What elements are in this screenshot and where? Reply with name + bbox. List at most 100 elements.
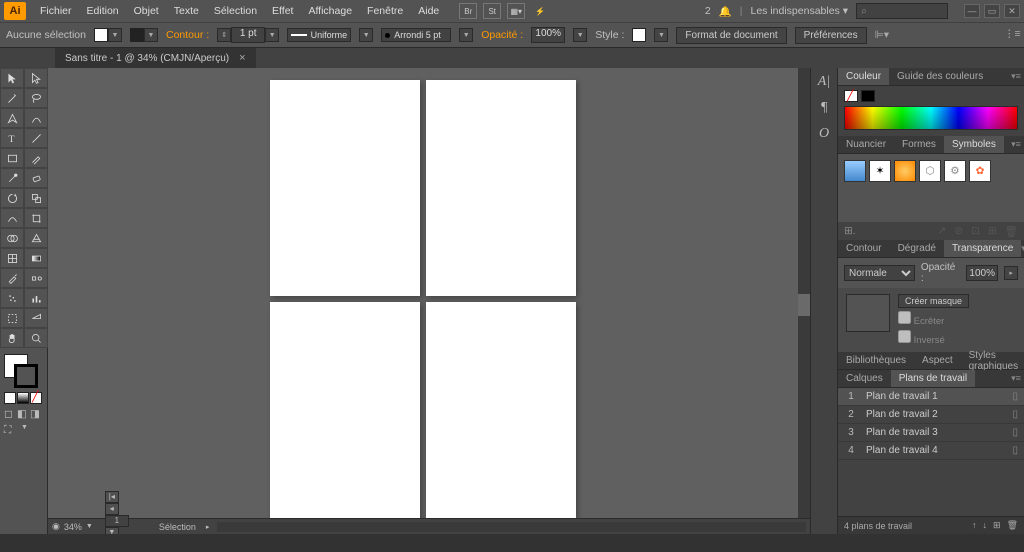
screen-mode-dropdown[interactable]: ▼ [21, 424, 29, 436]
opacity-field[interactable]: 100% [531, 27, 565, 43]
color-spectrum[interactable] [844, 106, 1018, 130]
color-mode[interactable] [4, 392, 16, 404]
menu-effect[interactable]: Effet [265, 3, 300, 19]
align-icon[interactable]: ⊫▾ [875, 29, 889, 41]
brush-dropdown[interactable]: ▼ [459, 28, 473, 42]
menu-object[interactable]: Objet [127, 3, 166, 19]
artboard-4[interactable] [426, 302, 576, 518]
menu-file[interactable]: Fichier [33, 3, 79, 19]
none-mode[interactable]: ╱ [30, 392, 42, 404]
tab-symbols[interactable]: Symboles [944, 136, 1004, 153]
shapebuilder-tool[interactable] [0, 228, 24, 248]
menu-help[interactable]: Aide [411, 3, 446, 19]
tab-stroke[interactable]: Contour [838, 240, 890, 257]
wand-tool[interactable] [0, 88, 24, 108]
tab-swatches[interactable]: Nuancier [838, 136, 894, 153]
panel-menu-icon[interactable]: ▾≡ [1008, 370, 1024, 387]
tab-appearance[interactable]: Aspect [914, 352, 961, 369]
prefs-button[interactable]: Préférences [795, 27, 867, 44]
artboard-3[interactable] [270, 302, 420, 518]
close-button[interactable]: ✕ [1004, 4, 1020, 18]
invert-checkbox[interactable]: Inversé [898, 330, 969, 346]
rotate-tool[interactable] [0, 188, 24, 208]
search-input[interactable]: ⌕ [856, 3, 948, 19]
blend-mode-select[interactable]: Normale [844, 265, 915, 281]
shaper-tool[interactable] [0, 168, 24, 188]
stroke-profile[interactable]: Uniforme [287, 28, 351, 42]
fill-swatch[interactable] [94, 28, 108, 42]
place-symbol-icon[interactable]: ↗ [937, 225, 946, 237]
tab-gradient[interactable]: Dégradé [890, 240, 944, 257]
stroke-weight-dropdown[interactable]: ▼ [265, 28, 279, 42]
first-artboard-btn[interactable]: |◂ [105, 491, 119, 503]
artboard-dropdown[interactable]: ▼ [105, 527, 119, 535]
trash-icon[interactable]: 🗑 [1005, 225, 1018, 238]
artboard-tool[interactable] [0, 308, 24, 328]
tab-color-guide[interactable]: Guide des couleurs [889, 68, 991, 85]
artboard-row-4[interactable]: 4 Plan de travail 4 ▯ [838, 442, 1024, 460]
brush-tool[interactable] [24, 148, 48, 168]
direct-select-tool[interactable] [24, 68, 48, 88]
zoom-tool[interactable] [24, 328, 48, 348]
layout-btn-1[interactable]: Br [459, 3, 477, 19]
mask-thumb[interactable] [846, 294, 890, 332]
symbol-4[interactable]: ⬡ [919, 160, 941, 182]
tab-libraries[interactable]: Bibliothèques [838, 352, 914, 369]
selection-tool[interactable] [0, 68, 24, 88]
pen-tool[interactable] [0, 108, 24, 128]
menu-view[interactable]: Affichage [301, 3, 359, 19]
screen-mode[interactable]: ⛶ [4, 424, 20, 436]
panel-menu-icon[interactable]: ▾≡ [1008, 68, 1024, 85]
curvature-tool[interactable] [24, 108, 48, 128]
free-transform-tool[interactable] [24, 208, 48, 228]
stroke-dropdown[interactable]: ▼ [144, 28, 158, 42]
graph-tool[interactable] [24, 288, 48, 308]
stroke-color[interactable] [14, 364, 38, 388]
style-swatch[interactable] [632, 28, 646, 42]
new-artboard-icon[interactable]: ⊞ [993, 520, 1001, 531]
tab-color[interactable]: Couleur [838, 68, 889, 85]
control-overflow[interactable]: ⋮≡ [1004, 28, 1018, 42]
fill-stroke-control[interactable] [4, 354, 44, 390]
artboard-2[interactable] [426, 80, 576, 296]
symbol-spray-tool[interactable] [0, 288, 24, 308]
symbol-5[interactable]: ⚙ [944, 160, 966, 182]
prev-artboard-btn[interactable]: ◂ [105, 503, 119, 515]
view-icon[interactable]: ◉ [52, 521, 60, 532]
opacity-label[interactable]: Opacité : [481, 29, 523, 41]
draw-inside[interactable]: ◨ [30, 408, 42, 420]
opacity-dropdown[interactable]: ▼ [573, 28, 587, 42]
color-black-swatch[interactable] [861, 90, 875, 102]
tab-brushes[interactable]: Formes [894, 136, 944, 153]
width-tool[interactable] [0, 208, 24, 228]
symbol-6[interactable]: ✿ [969, 160, 991, 182]
create-mask-button[interactable]: Créer masque [898, 294, 969, 308]
artboard-orient-icon[interactable]: ▯ [1012, 445, 1018, 456]
line-tool[interactable] [24, 128, 48, 148]
dock-opentype-icon[interactable]: O [819, 126, 829, 142]
vertical-scroll-thumb[interactable] [798, 294, 810, 316]
style-dropdown[interactable]: ▼ [654, 28, 668, 42]
canvas[interactable]: ◉ 34% ▼ |◂ ◂ 1 ▼ ▸ ▸| Sélection ▸ [48, 68, 810, 534]
dock-para-icon[interactable]: ¶ [820, 100, 827, 116]
doc-tab[interactable]: Sans titre - 1 @ 34% (CMJN/Aperçu) × [55, 48, 256, 68]
workspace-switcher[interactable]: Les indispensables ▾ [750, 5, 848, 17]
opacity-input[interactable] [966, 265, 998, 281]
tab-layers[interactable]: Calques [838, 370, 891, 387]
mesh-tool[interactable] [0, 248, 24, 268]
move-down-icon[interactable]: ↓ [983, 520, 988, 531]
tab-artboards[interactable]: Plans de travail [891, 370, 975, 387]
draw-normal[interactable]: ◻ [4, 408, 16, 420]
lasso-tool[interactable] [24, 88, 48, 108]
break-link-icon[interactable]: ⊘ [954, 225, 963, 237]
symbol-1[interactable] [844, 160, 866, 182]
symbols-lib-icon[interactable]: ⊞. [844, 225, 856, 237]
blend-tool[interactable] [24, 268, 48, 288]
gradient-tool[interactable] [24, 248, 48, 268]
artboard-row-3[interactable]: 3 Plan de travail 3 ▯ [838, 424, 1024, 442]
menu-text[interactable]: Texte [167, 3, 206, 19]
stroke-profile-dropdown[interactable]: ▼ [359, 28, 373, 42]
doc-format-button[interactable]: Format de document [676, 27, 786, 44]
contour-label[interactable]: Contour : [166, 29, 209, 41]
bell-icon[interactable]: 🔔 [719, 5, 732, 18]
